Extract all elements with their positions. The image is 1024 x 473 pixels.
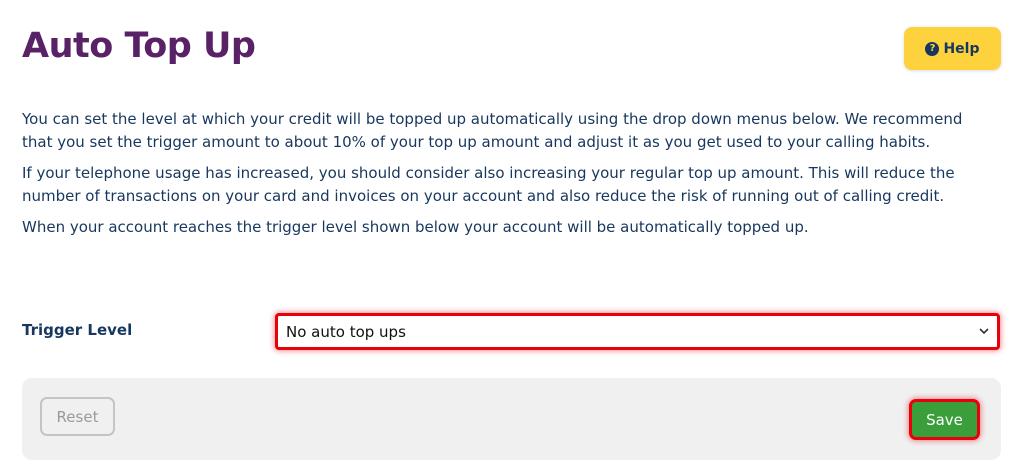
question-circle-icon: ? <box>925 41 940 56</box>
action-bar: Reset Save <box>22 378 1001 460</box>
save-button[interactable]: Save <box>909 399 980 440</box>
intro-text: You can set the level at which your cred… <box>22 108 992 247</box>
page-title: Auto Top Up <box>22 26 256 66</box>
chevron-down-icon <box>977 325 991 338</box>
intro-paragraph: If your telephone usage has increased, y… <box>22 164 955 205</box>
trigger-level-selected-value: No auto top ups <box>286 322 406 341</box>
help-button-label: Help <box>943 40 980 57</box>
intro-paragraph: When your account reaches the trigger le… <box>22 218 809 236</box>
trigger-level-select[interactable]: No auto top ups <box>275 313 1000 350</box>
intro-paragraph: You can set the level at which your cred… <box>22 110 963 151</box>
help-button[interactable]: ? Help <box>904 27 1001 70</box>
reset-button[interactable]: Reset <box>40 397 115 436</box>
trigger-level-label: Trigger Level <box>22 321 133 339</box>
